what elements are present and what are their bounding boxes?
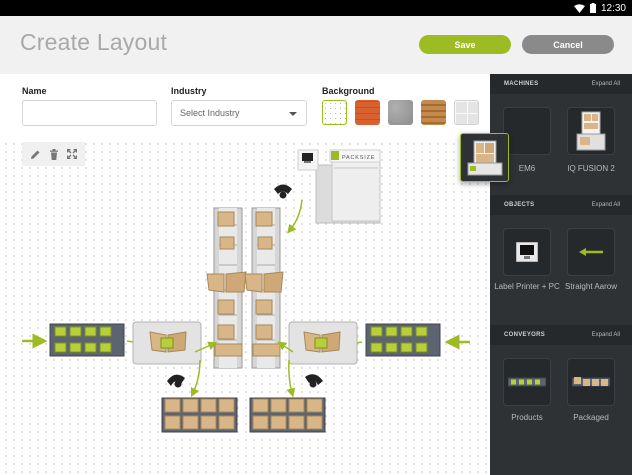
conveyors-expand-all[interactable]: Expand All [592, 332, 620, 338]
packing-station-right[interactable] [288, 321, 358, 365]
iq-fusion-icon [576, 111, 606, 151]
object-straight-arrow-tile[interactable] [567, 228, 615, 276]
vertical-conveyor-right[interactable] [244, 207, 284, 369]
label-printer-icon [516, 242, 538, 262]
conveyors-title: CONVEYORS [504, 332, 546, 338]
machines-title: MACHINES [504, 81, 539, 87]
battery-icon [589, 3, 596, 13]
packing-station-left[interactable] [132, 321, 202, 365]
conveyor-products-label: Products [511, 413, 543, 422]
em6-machine-icon [467, 140, 502, 175]
packaged-conveyor-left[interactable] [161, 397, 238, 433]
objects-title: OBJECTS [504, 202, 535, 208]
conveyor-packaged-label: Packaged [573, 413, 609, 422]
conveyors-section-header: CONVEYORS Expand All [490, 325, 632, 345]
object-label-printer-tile[interactable] [503, 228, 551, 276]
operator-icon[interactable] [274, 184, 292, 199]
objects-section-header: OBJECTS Expand All [490, 195, 632, 215]
machine-iq-fusion-label: IQ FUSION 2 [567, 164, 615, 173]
objects-expand-all[interactable]: Expand All [592, 202, 620, 208]
packsize-machine[interactable]: PACKSIZE [315, 149, 381, 224]
machine-iq-fusion-tile[interactable] [567, 107, 615, 155]
machine-em6-tile[interactable] [503, 107, 551, 155]
machines-expand-all[interactable]: Expand All [592, 81, 620, 87]
products-conveyor-icon [508, 377, 546, 387]
dragging-machine-tile[interactable] [460, 133, 509, 182]
conveyor-products-tile[interactable] [503, 358, 551, 406]
clock-text: 12:30 [600, 2, 626, 14]
component-sidebar: MACHINES Expand All EM6 IQ FUSION 2 OBJE… [490, 74, 632, 475]
object-label-printer-label: Label Printer + PC [494, 282, 560, 291]
product-conveyor-left[interactable] [49, 323, 125, 357]
label-printer-pc[interactable] [297, 149, 319, 171]
layout-drawing: PACKSIZE [22, 149, 470, 433]
arrow-left-icon [579, 248, 603, 256]
wifi-icon [573, 3, 585, 13]
machines-section-header: MACHINES Expand All [490, 74, 632, 94]
conveyor-packaged-tile[interactable] [567, 358, 615, 406]
operator-icon[interactable] [305, 374, 323, 388]
product-conveyor-right[interactable] [365, 323, 441, 357]
cancel-button[interactable]: Cancel [522, 35, 614, 54]
operator-icon[interactable] [167, 374, 185, 388]
packaged-conveyor-icon [572, 377, 610, 387]
object-straight-arrow-label: Straight Aarow [564, 282, 618, 291]
packaged-conveyor-right[interactable] [249, 397, 326, 433]
packsize-label: PACKSIZE [342, 155, 375, 161]
